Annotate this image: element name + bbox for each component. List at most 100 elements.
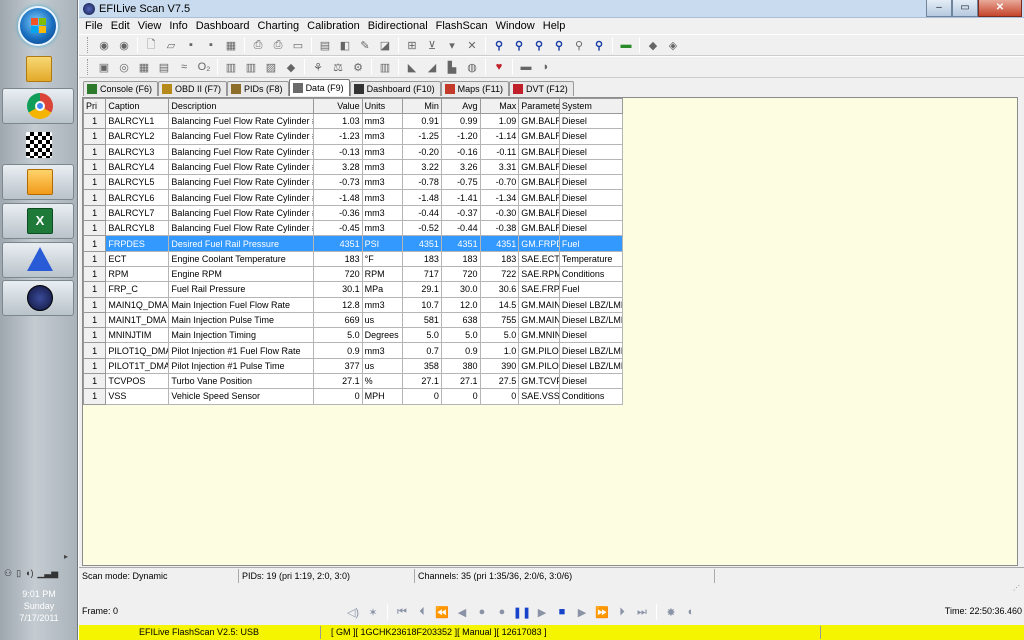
tab-console[interactable]: Console (F6) — [83, 81, 159, 96]
column-header-pri[interactable]: Pri — [82, 98, 107, 114]
cell-min[interactable]: 183 — [402, 250, 442, 267]
cell-units[interactable]: % — [361, 373, 404, 390]
cell-avg[interactable]: 30.0 — [440, 281, 481, 298]
cell-units[interactable]: °F — [361, 250, 404, 267]
cell-min[interactable]: -1.25 — [402, 128, 442, 145]
chart-window-icon[interactable]: ▣ — [96, 59, 112, 75]
cell-system[interactable]: Diesel — [558, 204, 624, 222]
display-icon[interactable]: ▬ — [618, 37, 634, 53]
cell-max[interactable]: 0 — [479, 388, 520, 405]
cell-units[interactable]: RPM — [361, 265, 404, 283]
cell-max[interactable]: -0.30 — [479, 204, 520, 222]
taskbar-app-outlook[interactable] — [2, 164, 74, 200]
gauge-icon[interactable]: ◎ — [116, 59, 132, 75]
cell-max[interactable]: 27.5 — [479, 373, 520, 390]
cell-caption[interactable]: MNINJTIM — [105, 327, 170, 344]
cell-caption[interactable]: PILOT1T_DMA — [105, 357, 170, 375]
cell-max[interactable]: -1.14 — [479, 128, 520, 145]
record-icon[interactable]: ● — [473, 603, 491, 621]
cell-pri[interactable]: 1 — [82, 311, 107, 329]
cell-pri[interactable]: 1 — [82, 250, 107, 267]
cell-pri[interactable]: 1 — [82, 189, 107, 206]
dropdown-arrow-icon[interactable]: ▾ — [444, 37, 460, 53]
cell-pri[interactable]: 1 — [82, 235, 107, 252]
cell-avg[interactable]: 638 — [440, 311, 481, 329]
cell-max[interactable]: -0.11 — [479, 143, 520, 160]
step-back-icon[interactable]: ◀ — [453, 603, 471, 621]
column-header-value[interactable]: Value — [312, 98, 363, 114]
cell-description[interactable]: Engine Coolant Temperature — [168, 250, 314, 267]
cell-system[interactable]: Fuel — [558, 281, 624, 298]
cell-value[interactable]: 5.0 — [312, 327, 363, 344]
cell-system[interactable]: Temperature — [558, 250, 624, 267]
cell-min[interactable]: 5.0 — [402, 327, 442, 344]
histogram-icon[interactable]: ▙ — [444, 59, 460, 75]
cell-parameter[interactable]: GM.PILOT1Q_DMA — [518, 342, 560, 359]
cell-description[interactable]: Main Injection Fuel Flow Rate — [168, 296, 314, 313]
table-row[interactable]: 1 MAIN1Q_DMA Main Injection Fuel Flow Rate… — [82, 296, 624, 313]
cell-min[interactable]: 358 — [402, 357, 442, 375]
cell-avg[interactable]: 27.1 — [440, 373, 481, 390]
cell-value[interactable]: 669 — [312, 311, 363, 329]
cell-description[interactable]: Vehicle Speed Sensor — [168, 388, 314, 405]
cell-max[interactable]: 4351 — [479, 235, 520, 252]
table-row[interactable]: 1 PILOT1Q_DMA Pilot Injection #1 Fuel Flow… — [82, 342, 624, 359]
menu-file[interactable]: File — [83, 20, 109, 32]
taskbar-app-explorer[interactable] — [2, 52, 74, 88]
cell-description[interactable]: Pilot Injection #1 Fuel Flow Rate — [168, 342, 314, 359]
play-icon[interactable]: ▶ — [533, 603, 551, 621]
cell-units[interactable]: MPa — [361, 281, 404, 298]
start-button[interactable] — [18, 6, 58, 46]
menu-edit[interactable]: Edit — [109, 20, 136, 32]
sync-icon[interactable]: ◐ — [682, 603, 700, 621]
cell-value[interactable]: 12.8 — [312, 296, 363, 313]
dvt-mask-icon[interactable]: ♥ — [491, 59, 507, 75]
cell-system[interactable]: Diesel LBZ/LMM — [558, 342, 624, 359]
cell-description[interactable]: Balancing Fuel Flow Rate Cylinder #6 — [168, 189, 314, 206]
cell-parameter[interactable]: GM.TCVPOS — [518, 373, 560, 390]
zoom-in-icon[interactable]: ⚲ — [531, 37, 547, 53]
cell-caption[interactable]: BALRCYL3 — [105, 143, 170, 160]
table-row[interactable]: 1 BALRCYL5 Balancing Fuel Flow Rate Cylind… — [82, 174, 624, 191]
chart-icon[interactable]: ◣ — [404, 59, 420, 75]
cell-system[interactable]: Diesel — [558, 128, 624, 145]
column-header-units[interactable]: Units — [361, 98, 404, 114]
previous-mark-icon[interactable]: ⏴ — [413, 603, 431, 621]
cell-parameter[interactable]: SAE.VSS — [518, 388, 560, 405]
flash-icon[interactable]: ▨ — [263, 59, 279, 75]
cell-value[interactable]: -0.73 — [312, 174, 363, 191]
cell-value[interactable]: -0.13 — [312, 143, 363, 160]
cell-avg[interactable]: -0.44 — [440, 220, 481, 237]
menu-view[interactable]: View — [136, 20, 168, 32]
cell-description[interactable]: Main Injection Timing — [168, 327, 314, 344]
cell-pri[interactable]: 1 — [82, 342, 107, 359]
cell-pri[interactable]: 1 — [82, 265, 107, 283]
disconnect-icon[interactable]: ◉ — [116, 37, 132, 53]
cell-avg[interactable]: 0.9 — [440, 342, 481, 359]
cell-value[interactable]: 4351 — [312, 235, 363, 252]
cell-parameter[interactable]: GM.BALRCYL6 — [518, 189, 560, 206]
taskbar-app-efilive-tune[interactable] — [2, 242, 74, 278]
cell-parameter[interactable]: SAE.RPM — [518, 265, 560, 283]
print-setup-icon[interactable]: ⎙ — [270, 37, 286, 53]
menu-charting[interactable]: Charting — [256, 20, 306, 32]
properties-icon[interactable]: ▦ — [223, 37, 239, 53]
table-row[interactable]: 1 RPM Engine RPM 720 RPM 717 720 722 SAE.RPM Cond… — [82, 265, 624, 283]
column-header-avg[interactable]: Avg — [440, 98, 481, 114]
cell-units[interactable]: mm3 — [361, 112, 404, 130]
map-icon[interactable]: ◢ — [424, 59, 440, 75]
cell-avg[interactable]: -1.20 — [440, 128, 481, 145]
relearn-icon[interactable]: ⚙ — [350, 59, 366, 75]
cell-max[interactable]: 755 — [479, 311, 520, 329]
cell-value[interactable]: 1.03 — [312, 112, 363, 130]
cell-system[interactable]: Diesel — [558, 220, 624, 237]
cell-description[interactable]: Desired Fuel Rail Pressure — [168, 235, 314, 252]
cell-avg[interactable]: 12.0 — [440, 296, 481, 313]
filter-icon[interactable]: ⊻ — [424, 37, 440, 53]
cell-units[interactable]: PSI — [361, 235, 404, 252]
cell-max[interactable]: 1.09 — [479, 112, 520, 130]
cell-min[interactable]: 0.7 — [402, 342, 442, 359]
calculator-icon[interactable]: ▦ — [136, 59, 152, 75]
cell-system[interactable]: Conditions — [558, 388, 624, 405]
cell-value[interactable]: 183 — [312, 250, 363, 267]
